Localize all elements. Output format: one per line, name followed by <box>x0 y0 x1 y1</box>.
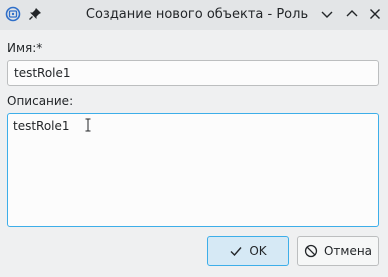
dialog-window: Создание нового объекта - Роль Имя:* Опи… <box>0 0 388 277</box>
title-bar[interactable]: Создание нового объекта - Роль <box>0 0 388 30</box>
close-icon[interactable] <box>367 6 383 22</box>
ok-button-label: OK <box>249 244 267 258</box>
text-cursor-icon <box>84 118 92 132</box>
ok-button[interactable]: OK <box>207 236 289 266</box>
name-label: Имя:* <box>7 41 43 55</box>
chevron-up-icon[interactable] <box>344 6 360 22</box>
cancel-icon <box>304 244 318 258</box>
chevron-down-icon[interactable] <box>319 6 335 22</box>
description-label: Описание: <box>7 94 74 108</box>
checkmark-icon <box>230 247 242 257</box>
description-textarea[interactable]: testRole1 <box>7 113 379 227</box>
cancel-button[interactable]: Отмена <box>297 236 379 266</box>
name-input[interactable] <box>7 60 379 86</box>
cancel-button-label: Отмена <box>323 244 373 258</box>
